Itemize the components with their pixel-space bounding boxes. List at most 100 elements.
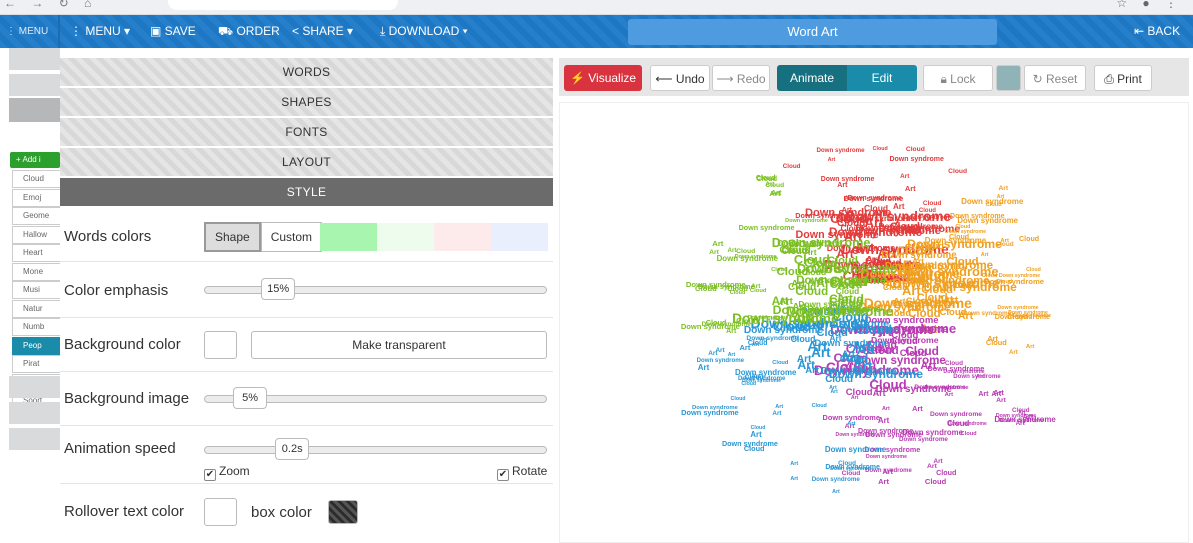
word-cloud-word[interactable]: Art	[772, 410, 781, 417]
sidebar-category-item[interactable]: Numb	[12, 318, 60, 336]
word-cloud-word[interactable]: Art	[797, 355, 812, 365]
word-cloud-word[interactable]: Art	[912, 404, 923, 412]
word-cloud-word[interactable]: Down syndrome	[999, 274, 1040, 280]
word-cloud-word[interactable]: Cloud	[772, 360, 788, 367]
sidebar-category-item[interactable]: Pirat	[12, 355, 60, 373]
word-cloud-word[interactable]: Art	[769, 190, 780, 198]
word-cloud-word[interactable]: Art	[790, 461, 798, 468]
word-cloud-word[interactable]: Down syndrome	[744, 326, 823, 336]
word-cloud-word[interactable]: Cloud	[873, 147, 888, 153]
word-cloud-word[interactable]: Down syndrome	[925, 236, 986, 245]
word-cloud-word[interactable]: Art	[998, 185, 1008, 193]
word-cloud-word[interactable]: Cloud	[838, 460, 856, 467]
word-cloud-word[interactable]: Down syndrome	[722, 440, 778, 447]
word-cloud-word[interactable]: Art	[900, 173, 909, 180]
accordion-shapes[interactable]: SHAPES	[60, 88, 553, 116]
accordion-fonts[interactable]: FONTS	[60, 118, 553, 146]
edit-button[interactable]: Edit	[847, 65, 917, 91]
word-cloud-word[interactable]: Down syndrome	[1012, 313, 1051, 319]
word-cloud-word[interactable]: Cloud	[906, 146, 925, 154]
accordion-style[interactable]: STYLE	[60, 178, 553, 206]
word-cloud-word[interactable]: Art	[978, 391, 988, 398]
word-cloud-word[interactable]: Down syndrome	[812, 476, 860, 483]
word-cloud-word[interactable]: Down syndrome	[924, 385, 968, 392]
word-cloud-word[interactable]: Cloud	[948, 168, 967, 176]
lock-button[interactable]: 🔒︎ Lock	[923, 65, 993, 91]
word-cloud-word[interactable]: Art	[976, 375, 984, 381]
word-cloud-word[interactable]: Art	[739, 344, 750, 352]
word-cloud-word[interactable]: Down syndrome	[735, 254, 777, 260]
accordion-layout[interactable]: LAYOUT	[60, 148, 553, 176]
word-cloud-word[interactable]: Down syndrome	[948, 422, 987, 427]
share-button[interactable]: < SHARE ▾	[292, 15, 353, 48]
word-cloud-word[interactable]: Down syndrome	[930, 411, 982, 419]
word-cloud-word[interactable]: Art	[981, 252, 989, 258]
word-cloud-word[interactable]: Down syndrome	[866, 454, 907, 460]
back-button[interactable]: ⇤ BACK	[1134, 15, 1180, 48]
rollover-text-color-picker[interactable]	[204, 498, 237, 526]
sidebar-category-item[interactable]: Musi	[12, 281, 60, 299]
color-emphasis-handle[interactable]: 15%	[261, 278, 296, 300]
word-cloud-word[interactable]: Art	[993, 389, 1004, 397]
background-color-picker[interactable]	[204, 331, 237, 359]
word-cloud-word[interactable]: Art	[882, 406, 890, 412]
sidebar-category-item[interactable]: Hallow	[12, 225, 60, 244]
word-cloud-word[interactable]: Art	[851, 317, 868, 330]
word-cloud-word[interactable]: Down syndrome	[928, 365, 985, 373]
address-bar[interactable]	[168, 0, 398, 10]
zoom-checkbox[interactable]: ✔ Zoom	[204, 464, 250, 481]
word-cloud-word[interactable]: Cloud	[923, 200, 941, 208]
sidebar-category-item[interactable]: Geome	[12, 207, 60, 225]
word-cloud-word[interactable]: Cloud	[891, 337, 918, 347]
word-cloud-word[interactable]: Art	[715, 348, 724, 355]
word-cloud-word[interactable]: Art	[845, 196, 854, 202]
word-cloud-word[interactable]: Down syndrome	[881, 251, 956, 261]
word-cloud-word[interactable]: Art	[712, 240, 723, 248]
sidebar-category-item[interactable]: Peop	[12, 336, 60, 355]
word-cloud-word[interactable]: Down syndrome	[686, 281, 746, 289]
color-swatch[interactable]	[491, 223, 548, 251]
word-cloud-word[interactable]: Cloud	[925, 478, 946, 486]
word-cloud-word[interactable]: Art	[854, 355, 867, 365]
background-image-handle[interactable]: 5%	[233, 387, 268, 409]
word-cloud-word[interactable]: Down syndrome	[902, 276, 990, 288]
word-cloud-word[interactable]: Down syndrome	[797, 262, 897, 276]
animate-button[interactable]: Animate	[777, 65, 847, 91]
visualize-button[interactable]: ⚡ Visualize	[564, 65, 642, 91]
word-cloud-word[interactable]: Down syndrome	[692, 405, 738, 412]
word-cloud-word[interactable]: Cloud	[846, 388, 873, 398]
color-swatch[interactable]	[434, 223, 491, 251]
word-cloud-word[interactable]: Cloud	[829, 296, 863, 308]
word-cloud-word[interactable]: Cloud	[864, 204, 888, 213]
word-cloud-word[interactable]: Down syndrome	[889, 156, 943, 163]
word-cloud-word[interactable]: Down syndrome	[945, 230, 986, 236]
word-cloud-word[interactable]: Art	[751, 283, 761, 291]
word-cloud-word[interactable]: Cloud	[731, 396, 746, 402]
word-cloud-word[interactable]: Art	[805, 366, 819, 376]
color-emphasis-slider[interactable]: 15%	[204, 278, 547, 300]
word-cloud-word[interactable]: Cloud	[756, 175, 776, 183]
menu-button[interactable]: ⋮ MENU ▾	[70, 15, 130, 48]
animation-speed-handle[interactable]: 0.2s	[275, 438, 310, 460]
sidebar-category-item[interactable]: Mone	[12, 262, 60, 281]
word-cloud-word[interactable]: Art	[750, 431, 761, 439]
accordion-words[interactable]: WORDS	[60, 58, 553, 86]
redo-button[interactable]: ⟶ Redo	[712, 65, 770, 91]
word-cloud-word[interactable]: Cloud	[730, 291, 746, 297]
word-cloud-word[interactable]: Cloud	[919, 208, 936, 214]
word-cloud-word[interactable]: Art	[987, 334, 998, 342]
word-cloud-word[interactable]: Down syndrome	[829, 368, 923, 380]
word-cloud-word[interactable]: Cloud	[986, 203, 1002, 209]
shape-color-button[interactable]: Shape	[204, 222, 261, 252]
word-cloud-word[interactable]: Down syndrome	[825, 446, 886, 454]
word-cloud-word[interactable]: Cloud	[896, 226, 920, 235]
sidebar-category-item[interactable]: Emoj	[12, 188, 60, 207]
sidebar-category-item[interactable]: Heart	[12, 244, 60, 262]
word-cloud-word[interactable]: Art	[829, 385, 837, 391]
word-cloud-word[interactable]: Cloud	[961, 431, 977, 438]
word-cloud-word[interactable]: Cloud	[996, 279, 1013, 286]
word-cloud-word[interactable]: Art	[996, 398, 1006, 405]
word-cloud-word[interactable]: Art	[1000, 238, 1009, 245]
word-cloud-word[interactable]: Art	[882, 467, 893, 475]
word-cloud-word[interactable]: Art	[905, 185, 916, 193]
